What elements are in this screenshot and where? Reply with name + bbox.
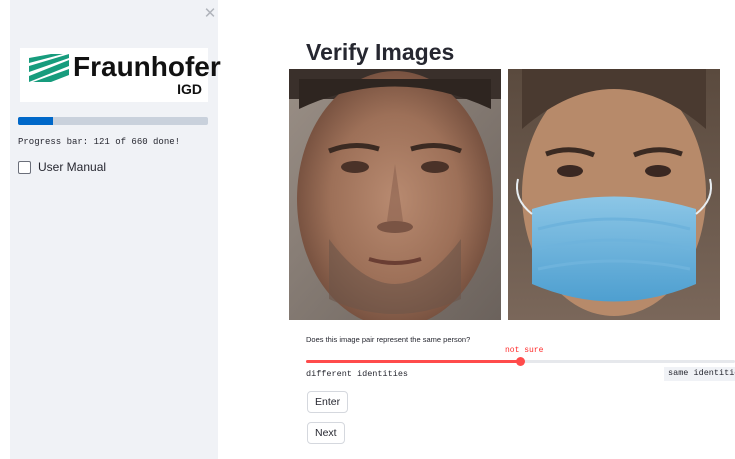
slider-min-label: different identities	[306, 369, 409, 379]
progress-text: Progress bar: 121 of 660 done!	[18, 137, 181, 147]
user-manual-label[interactable]: User Manual	[38, 160, 106, 174]
enter-button[interactable]: Enter	[307, 391, 349, 413]
logo-name: Fraunhofer	[73, 51, 221, 82]
fraunhofer-logo: Fraunhofer IGD	[20, 48, 221, 102]
sidebar: ✕ Fraunhofer IGD Progress bar: 121 of 66…	[10, 0, 221, 459]
face-photo-right	[508, 69, 720, 320]
logo-subtitle: IGD	[177, 81, 202, 97]
close-icon[interactable]: ✕	[202, 6, 218, 22]
next-button[interactable]: Next	[307, 422, 345, 444]
face-photo-left	[289, 69, 501, 320]
slider-max-label: same identities	[664, 367, 735, 381]
page-title: Verify Images	[306, 39, 455, 65]
progress-bar-fill	[18, 117, 53, 125]
question-text: Does this image pair represent the same …	[306, 335, 471, 344]
user-manual-checkbox[interactable]	[18, 160, 31, 174]
slider-value-label: not sure	[505, 346, 544, 355]
progress-bar	[18, 117, 208, 125]
logo-stripes-icon	[29, 54, 69, 82]
user-manual-checkbox-row[interactable]: User Manual	[18, 158, 106, 176]
identity-slider-thumb[interactable]	[516, 357, 525, 366]
identity-slider-fill	[306, 360, 521, 363]
